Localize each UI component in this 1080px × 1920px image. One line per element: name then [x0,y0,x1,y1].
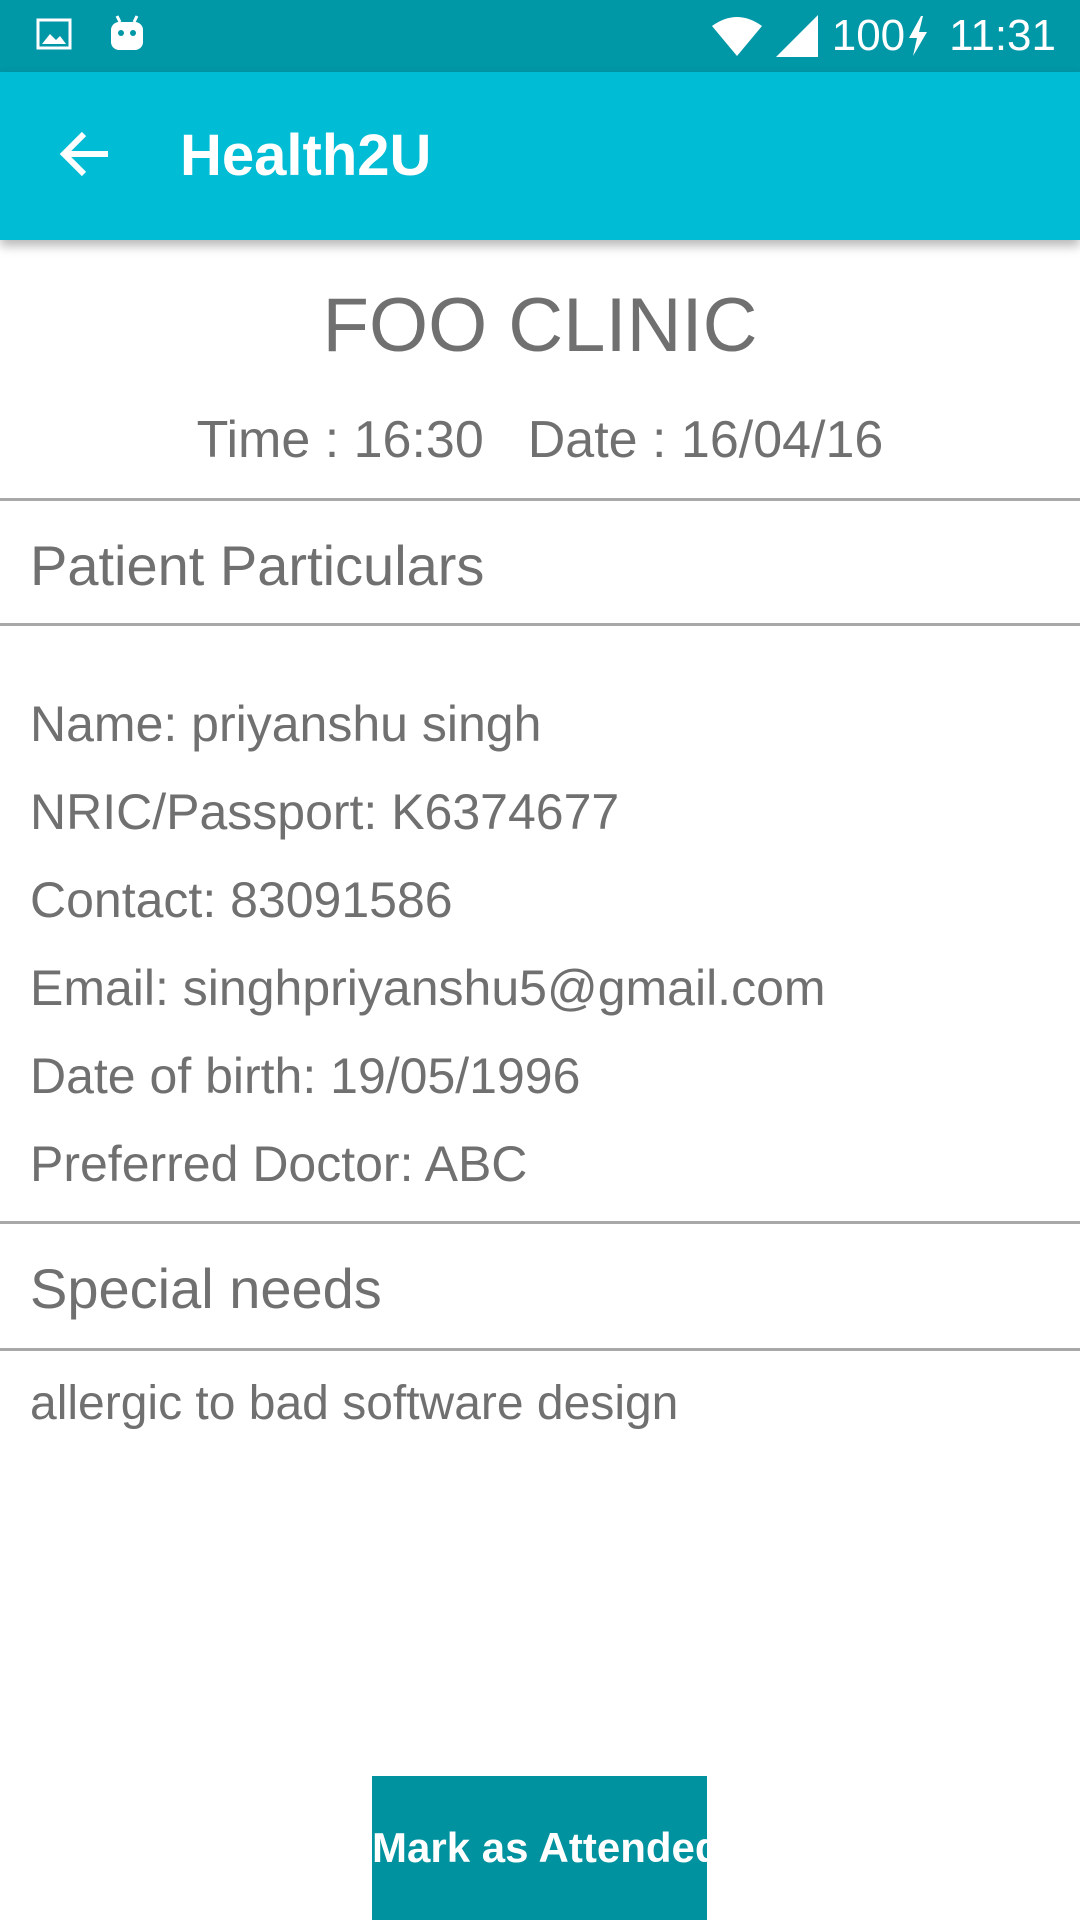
divider [0,1348,1080,1351]
preferred-doctor: Preferred Doctor: ABC [30,1136,528,1192]
status-bar: 100 11:31 [0,0,1080,72]
appointment-date: Date : 16/04/16 [527,411,884,469]
divider [0,1221,1080,1224]
patient-email: Email: singhpriyanshu5@gmail.com [30,960,826,1016]
status-right-icons: 100 11:31 [711,0,1056,72]
android-icon [108,14,146,54]
wifi-icon [711,16,762,56]
app-bar: Health2U [0,72,1080,240]
divider [0,498,1080,501]
clock-time: 11:31 [949,11,1056,60]
patient-dob: Date of birth: 19/05/1996 [30,1048,581,1104]
cell-signal-icon [775,15,818,57]
appointment-time-date: Time : 16:30 Date : 16/04/16 [0,410,1080,470]
special-needs-header: Special needs [30,1257,382,1320]
app-title: Health2U [180,123,432,188]
appointment-time: Time : 16:30 [196,411,484,469]
arrow-back-icon [58,130,110,183]
clinic-name: FOO CLINIC [322,283,758,368]
battery-level: 100 [831,11,906,60]
divider [0,623,1080,626]
patient-particulars-header: Patient Particulars [30,534,485,597]
image-icon [36,16,72,52]
status-left-icons [36,14,146,54]
appointment-details: FOO CLINIC Time : 16:30 Date : 16/04/16 P… [0,240,1080,1920]
special-needs-text: allergic to bad software design [30,1377,679,1430]
patient-name: Name: priyanshu singh [30,696,542,752]
patient-contact: Contact: 83091586 [30,872,453,928]
back-button[interactable] [42,114,126,198]
mark-as-attended-button[interactable]: Mark as Attended [372,1776,721,1920]
patient-nric: NRIC/Passport: K6374677 [30,784,620,840]
charging-bolt-icon [907,16,929,56]
